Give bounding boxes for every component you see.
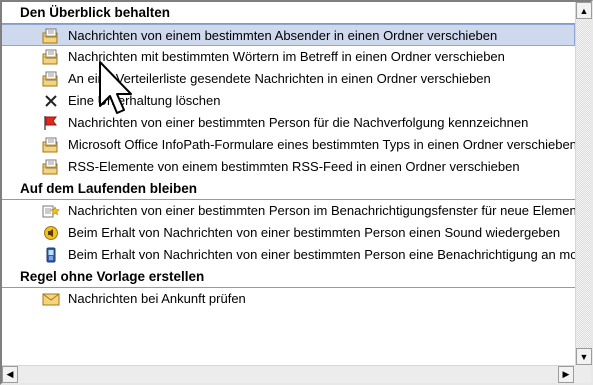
alert-star-icon bbox=[42, 203, 60, 219]
scroll-down-button[interactable]: ▼ bbox=[576, 348, 592, 365]
list-item-delete-conversation[interactable]: Eine Unterhaltung löschen bbox=[2, 90, 575, 112]
folder-move-icon bbox=[42, 28, 60, 44]
list-item-label: Microsoft Office InfoPath-Formulare eine… bbox=[68, 137, 575, 152]
arrow-right-icon: ▶ bbox=[562, 369, 570, 379]
list-item-play-sound[interactable]: Beim Erhalt von Nachrichten von einer be… bbox=[2, 222, 575, 244]
list-item-label: Beim Erhalt von Nachrichten von einer be… bbox=[68, 225, 561, 240]
list-item-alert-window[interactable]: Nachrichten von einer bestimmten Person … bbox=[2, 200, 575, 222]
list-item-label: Nachrichten von einer bestimmten Person … bbox=[68, 115, 529, 130]
list-item-label: RSS-Elemente von einem bestimmten RSS-Fe… bbox=[68, 159, 520, 174]
list-item-label: Nachrichten mit bestimmten Wörtern im Be… bbox=[68, 49, 505, 64]
red-flag-icon bbox=[42, 115, 60, 131]
arrow-up-icon: ▲ bbox=[579, 5, 589, 16]
list-item-move-by-sender[interactable]: Nachrichten von einem bestimmten Absende… bbox=[2, 24, 575, 46]
scroll-up-button[interactable]: ▲ bbox=[576, 2, 592, 19]
list-item-label: Beim Erhalt von Nachrichten von einer be… bbox=[68, 247, 575, 262]
list-item-label: An eine Verteilerliste gesendete Nachric… bbox=[68, 71, 491, 86]
scrollbar-track[interactable] bbox=[576, 20, 591, 350]
delete-x-icon bbox=[42, 93, 60, 109]
list-item-move-distribution-list[interactable]: An eine Verteilerliste gesendete Nachric… bbox=[2, 68, 575, 90]
list-item-move-infopath[interactable]: Microsoft Office InfoPath-Formulare eine… bbox=[2, 134, 575, 156]
list-item-label: Nachrichten von einer bestimmten Person … bbox=[68, 203, 575, 218]
arrow-left-icon: ◀ bbox=[6, 369, 14, 379]
speaker-icon bbox=[42, 225, 60, 241]
group-header-blank-rule: Regel ohne Vorlage erstellen bbox=[2, 266, 575, 288]
rules-template-list: Den Überblick behalten Nachrichten von e… bbox=[0, 0, 593, 385]
folder-move-icon bbox=[42, 49, 60, 65]
folder-move-icon bbox=[42, 137, 60, 153]
scroll-left-button[interactable]: ◀ bbox=[2, 366, 18, 383]
folder-move-icon bbox=[42, 159, 60, 175]
horizontal-scrollbar[interactable]: ◀ ▶ bbox=[2, 365, 575, 383]
arrow-down-icon: ▼ bbox=[579, 351, 589, 362]
folder-move-icon bbox=[42, 71, 60, 87]
list-item-move-rss[interactable]: RSS-Elemente von einem bestimmten RSS-Fe… bbox=[2, 156, 575, 178]
list-item-label: Nachrichten bei Ankunft prüfen bbox=[68, 291, 246, 306]
group-header-overview: Den Überblick behalten bbox=[2, 2, 575, 24]
envelope-icon bbox=[42, 291, 60, 307]
list-item-label: Eine Unterhaltung löschen bbox=[68, 93, 221, 108]
scroll-right-button[interactable]: ▶ bbox=[558, 366, 574, 383]
list-item-label: Nachrichten von einem bestimmten Absende… bbox=[68, 28, 498, 43]
list-item-check-arriving[interactable]: Nachrichten bei Ankunft prüfen bbox=[2, 288, 575, 310]
group-header-stay-updated: Auf dem Laufenden bleiben bbox=[2, 178, 575, 200]
scrollbar-corner bbox=[575, 365, 591, 383]
list-item-flag-followup[interactable]: Nachrichten von einer bestimmten Person … bbox=[2, 112, 575, 134]
template-listview[interactable]: Den Überblick behalten Nachrichten von e… bbox=[2, 2, 575, 365]
vertical-scrollbar[interactable]: ▲ ▼ bbox=[575, 2, 592, 365]
list-item-mobile-notification[interactable]: Beim Erhalt von Nachrichten von einer be… bbox=[2, 244, 575, 266]
mobile-phone-icon bbox=[42, 247, 60, 263]
list-item-move-by-subject[interactable]: Nachrichten mit bestimmten Wörtern im Be… bbox=[2, 46, 575, 68]
